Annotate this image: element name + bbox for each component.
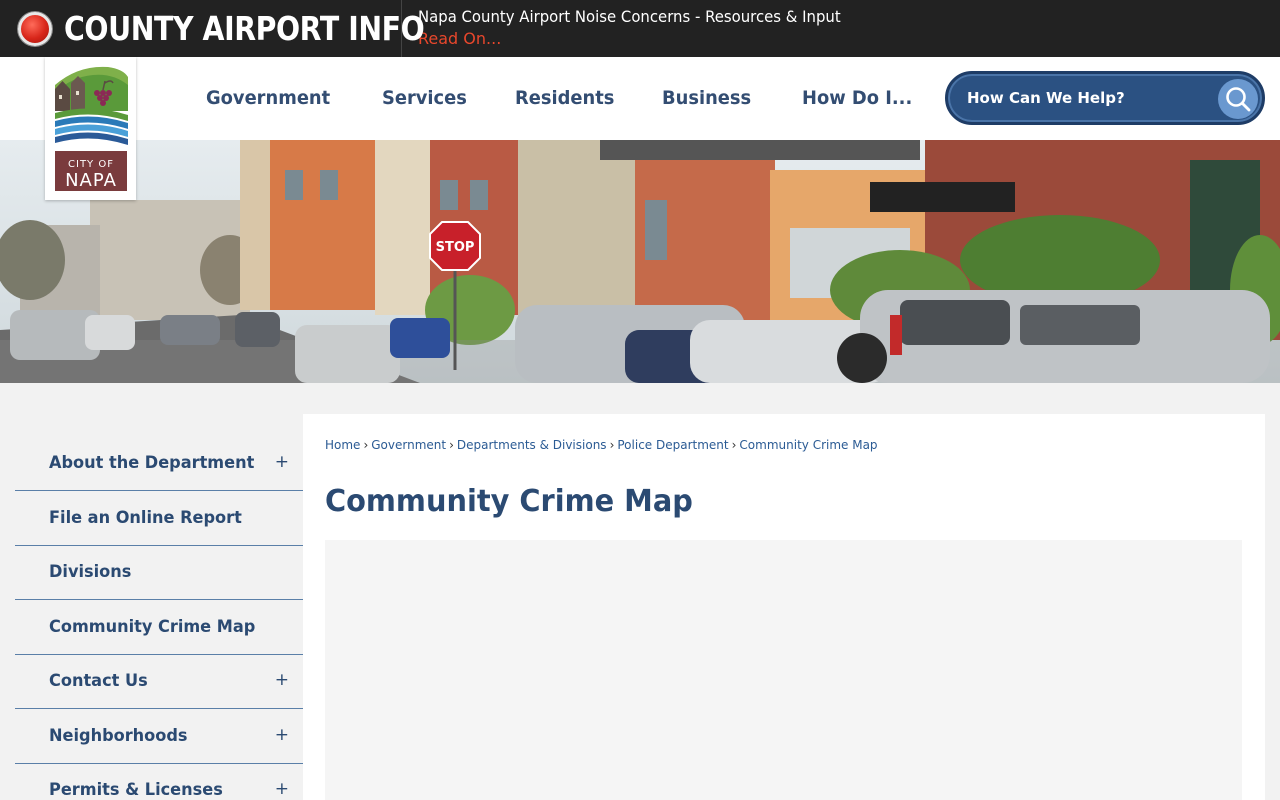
svg-text:NAPA: NAPA [65,170,117,191]
search-box [945,71,1265,125]
alert-read-on-link[interactable]: Read On... [418,28,501,50]
sidebar-item-label: Neighborhoods [49,725,188,746]
sidebar-nav: About the Department + File an Online Re… [15,436,303,800]
main-content: Home › Government › Departments & Divisions ›… [303,414,1265,800]
search-button[interactable] [1218,79,1258,119]
sidebar-item-label: Contact Us [49,671,148,692]
breadcrumb-police[interactable]: Police Department [617,438,728,452]
crime-map-embed[interactable] [325,540,1242,800]
city-logo[interactable]: CITY OF NAPA [45,57,136,200]
breadcrumb-current[interactable]: Community Crime Map [739,438,877,452]
nav-government[interactable]: Government [206,87,330,109]
alert-message: Napa County Airport Noise Concerns - Res… [418,7,841,26]
alert-bar: COUNTY AIRPORT INFO Napa County Airport … [0,0,1280,57]
breadcrumb-separator: › [731,438,737,452]
breadcrumb-government[interactable]: Government [371,438,446,452]
page-title: Community Crime Map [325,484,693,519]
alert-icon [18,11,52,46]
sidebar-item-divisions[interactable]: Divisions [15,546,303,600]
sidebar-item-contact[interactable]: Contact Us + [15,655,303,709]
expand-plus-icon[interactable]: + [275,670,289,690]
search-input[interactable] [967,87,1197,109]
napa-logo-icon: CITY OF NAPA [55,66,128,191]
sidebar-item-file-report[interactable]: File an Online Report [15,491,303,546]
sidebar-item-permits[interactable]: Permits & Licenses + [15,764,303,800]
search-icon [1226,87,1251,112]
sidebar-item-neighborhoods[interactable]: Neighborhoods + [15,709,303,764]
svg-text:STOP: STOP [436,240,475,255]
main-nav: Government Services Residents Business H… [0,57,940,140]
breadcrumb-separator: › [609,438,615,452]
sidebar-item-about[interactable]: About the Department + [15,436,303,491]
breadcrumb: Home › Government › Departments & Divisions ›… [325,438,878,452]
nav-services[interactable]: Services [382,87,467,109]
expand-plus-icon[interactable]: + [275,452,289,472]
sidebar-item-label: File an Online Report [49,507,242,528]
breadcrumb-separator: › [363,438,369,452]
downtown-street-image: STOP [0,140,1280,383]
alert-header[interactable]: COUNTY AIRPORT INFO [0,0,425,57]
expand-plus-icon[interactable]: + [275,779,289,799]
breadcrumb-separator: › [449,438,454,452]
sidebar-item-label: Divisions [49,562,132,583]
nav-residents[interactable]: Residents [515,87,614,109]
hero-banner-image: STOP [0,140,1280,383]
sidebar-item-label: Community Crime Map [49,616,256,637]
nav-how-do-i[interactable]: How Do I... [802,87,912,109]
sidebar-item-label: Permits & Licenses [49,780,223,800]
sidebar-item-label: About the Department [49,453,255,473]
nav-business[interactable]: Business [662,87,751,109]
alert-content: Napa County Airport Noise Concerns - Res… [402,0,872,57]
svg-text:CITY OF: CITY OF [68,159,114,170]
expand-plus-icon[interactable]: + [275,725,289,745]
sidebar-item-crime-map[interactable]: Community Crime Map [15,600,303,655]
breadcrumb-home[interactable]: Home [325,438,360,452]
breadcrumb-departments[interactable]: Departments & Divisions [457,438,607,452]
alert-title[interactable]: COUNTY AIRPORT INFO [64,9,425,48]
